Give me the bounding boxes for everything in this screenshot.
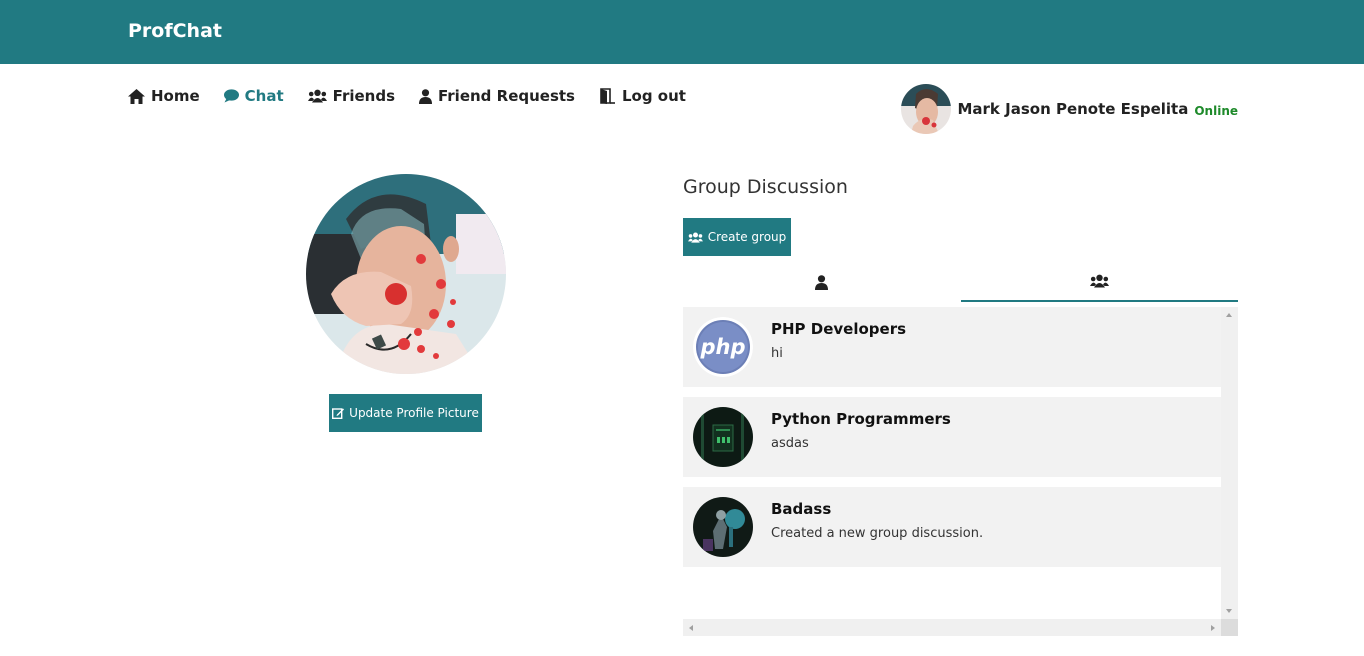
home-icon — [128, 88, 145, 104]
group-name: Badass — [771, 500, 832, 518]
online-status: Online — [1194, 104, 1238, 118]
users-icon — [1089, 274, 1109, 288]
nav-home-label: Home — [151, 87, 200, 105]
code-screen-avatar — [693, 407, 753, 467]
group-list-panel: php PHP Developers hi Python Programmers… — [683, 307, 1238, 636]
nav-friend-requests[interactable]: Friend Requests — [419, 87, 575, 105]
create-group-label: Create group — [707, 230, 787, 244]
nav-logout-label: Log out — [621, 87, 686, 105]
scroll-down-icon[interactable] — [1226, 609, 1232, 613]
tab-private-chats[interactable] — [683, 262, 961, 302]
horizontal-scrollbar[interactable] — [683, 619, 1221, 636]
user-icon — [419, 88, 432, 104]
users-icon — [687, 231, 703, 243]
current-user[interactable]: Mark Jason Penote Espelita Online — [901, 84, 1238, 134]
list-item[interactable]: Python Programmers asdas — [683, 397, 1221, 477]
group-last-message: asdas — [771, 436, 809, 451]
php-logo-avatar: php — [693, 317, 753, 377]
list-item[interactable]: Badass Created a new group discussion. — [683, 487, 1221, 567]
scroll-right-icon[interactable] — [1211, 625, 1215, 631]
list-item[interactable]: php PHP Developers hi — [683, 307, 1221, 387]
user-name: Mark Jason Penote Espelita — [957, 100, 1189, 118]
door-open-icon — [600, 88, 615, 104]
brand-logo[interactable]: ProfChat — [128, 20, 222, 42]
nav-friends[interactable]: Friends — [307, 87, 395, 105]
page-title: Group Discussion — [683, 176, 848, 198]
group-last-message: hi — [771, 346, 783, 361]
group-name: Python Programmers — [771, 410, 951, 428]
update-profile-picture-button[interactable]: Update Profile Picture — [329, 394, 482, 432]
tab-group-chats[interactable] — [960, 262, 1238, 302]
nav-logout[interactable]: Log out — [599, 87, 686, 105]
nav-chat[interactable]: Chat — [223, 87, 284, 105]
nav-friend-requests-label: Friend Requests — [438, 87, 575, 105]
nav-friends-label: Friends — [332, 87, 395, 105]
scroll-up-icon[interactable] — [1226, 313, 1232, 317]
avatar[interactable] — [901, 84, 952, 134]
create-group-button[interactable]: Create group — [683, 218, 791, 256]
nav-chat-label: Chat — [244, 87, 284, 105]
nav-home[interactable]: Home — [128, 87, 200, 105]
main-nav: Home Chat Friends Friend Requests Log ou… — [128, 87, 686, 105]
chat-tabs — [683, 262, 1238, 302]
profile-picture — [306, 174, 506, 374]
top-bar: ProfChat — [0, 0, 1364, 64]
svg-text:php: php — [699, 335, 745, 359]
edit-icon — [332, 408, 345, 419]
group-name: PHP Developers — [771, 320, 907, 338]
comment-icon — [223, 89, 239, 103]
users-icon — [307, 89, 327, 103]
group-last-message: Created a new group discussion. — [771, 526, 984, 541]
scroll-left-icon[interactable] — [689, 625, 693, 631]
vertical-scrollbar[interactable] — [1221, 307, 1238, 619]
character-avatar — [693, 497, 753, 557]
user-icon — [815, 274, 829, 290]
group-list: php PHP Developers hi Python Programmers… — [683, 307, 1221, 619]
update-profile-picture-label: Update Profile Picture — [349, 406, 479, 420]
scrollbar-corner — [1221, 619, 1238, 636]
